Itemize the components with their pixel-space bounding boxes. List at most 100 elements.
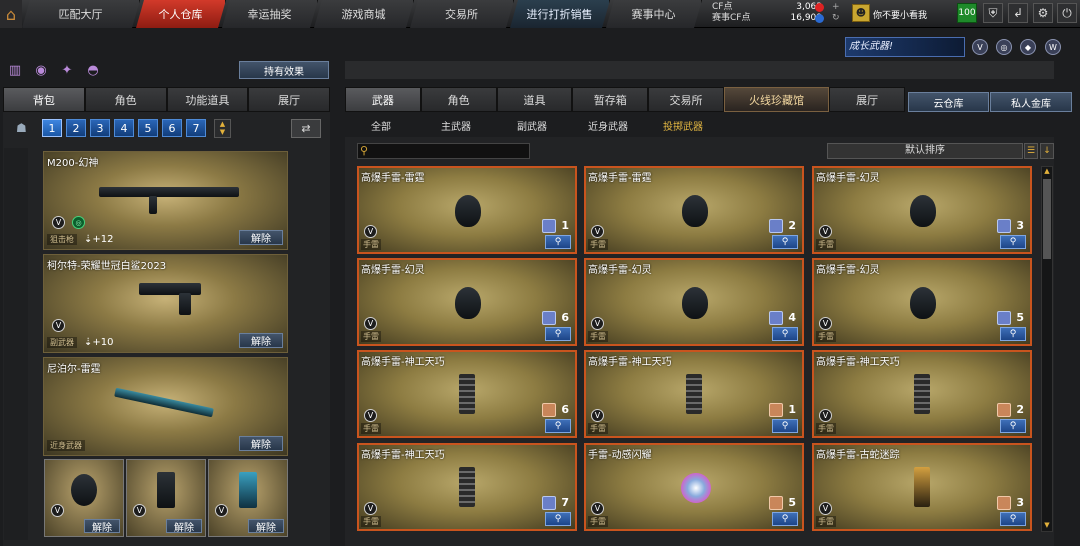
equipped-grenade-slot-2[interactable]: V 解除 [126, 459, 206, 537]
scroll-thumb[interactable] [1043, 179, 1051, 259]
grenade-card[interactable]: 高爆手雷-神工天巧 V 手雷 1 ⚲ [584, 350, 804, 438]
page-button-7[interactable]: 7 [186, 119, 206, 137]
page-button-1[interactable]: 1 [42, 119, 62, 137]
exit-icon[interactable]: ↲ [1008, 3, 1028, 23]
pet-icon[interactable]: ✦ [58, 62, 76, 78]
inspect-button[interactable]: ⚲ [1000, 327, 1026, 341]
subtab-all[interactable]: 全部 [371, 118, 391, 133]
inspect-button[interactable]: ⚲ [1000, 235, 1026, 249]
grenade-card[interactable]: 高爆手雷-神工天巧 V 手雷 7 ⚲ [357, 443, 577, 531]
eye-icon[interactable]: ◉ [32, 62, 50, 78]
growth-weapon-banner[interactable]: 成长武器! [845, 37, 965, 57]
avatar[interactable]: ☻ [852, 4, 870, 22]
release-button[interactable]: 解除 [166, 519, 202, 534]
bag-icon[interactable]: ◓ [84, 62, 102, 78]
holding-effect-button[interactable]: 持有效果 [239, 61, 329, 79]
page-button-3[interactable]: 3 [90, 119, 110, 137]
tab-right-showroom[interactable]: 展厅 [829, 87, 905, 112]
rank-badge-icon[interactable]: V [972, 39, 988, 55]
scroll-up-icon[interactable]: ▲ [1042, 167, 1052, 177]
release-button[interactable]: 解除 [239, 230, 283, 245]
inspect-button[interactable]: ⚲ [772, 327, 798, 341]
page-button-6[interactable]: 6 [162, 119, 182, 137]
nav-discount-sale[interactable]: 进行打折销售 [510, 0, 610, 28]
nav-lucky-draw[interactable]: 幸运抽奖 [222, 0, 318, 28]
inspect-button[interactable]: ⚲ [545, 419, 571, 433]
grenade-card[interactable]: 手雷-动感闪耀 V 手雷 5 ⚲ [584, 443, 804, 531]
subtab-secondary[interactable]: 副武器 [517, 118, 547, 133]
globe-icon[interactable]: ◎ [996, 39, 1012, 55]
stats-icon[interactable]: ▥ [6, 62, 24, 78]
page-button-5[interactable]: 5 [138, 119, 158, 137]
inspect-button[interactable]: ⚲ [1000, 512, 1026, 526]
page-button-2[interactable]: 2 [66, 119, 86, 137]
release-button[interactable]: 解除 [239, 436, 283, 451]
card-count: 6 [561, 311, 569, 324]
private-vault-button[interactable]: 私人金库 [990, 92, 1072, 112]
inspect-button[interactable]: ⚲ [545, 235, 571, 249]
nav-exchange[interactable]: 交易所 [410, 0, 514, 28]
home-icon[interactable]: ⌂ [0, 0, 22, 28]
grenade-card[interactable]: 高爆手雷-雷霆 V 手雷 2 ⚲ [584, 166, 804, 254]
inspect-button[interactable]: ⚲ [772, 512, 798, 526]
nav-match-lobby[interactable]: 匹配大厅 [22, 0, 140, 28]
subtab-primary[interactable]: 主武器 [441, 118, 471, 133]
scroll-down-icon[interactable]: ▼ [1042, 521, 1052, 531]
add-currency-icon[interactable]: + ↻ [832, 2, 840, 24]
backpack-item-colt[interactable]: 柯尔特-荣耀世冠白鲨2023 V 副武器 ⇣+10 解除 [43, 254, 288, 353]
grenade-card[interactable]: 高爆手雷-古蛇迷踪 V 手雷 3 ⚲ [812, 443, 1032, 531]
tab-weapons[interactable]: 武器 [345, 87, 421, 112]
cloud-storage-button[interactable]: 云仓库 [908, 92, 989, 112]
sniper-rifle-image [99, 187, 239, 197]
v-badge-icon: V [591, 502, 604, 515]
backpack-item-m200[interactable]: M200-幻神 V ◎ 狙击枪 ⇣+12 解除 [43, 151, 288, 250]
nav-game-mall[interactable]: 游戏商城 [314, 0, 414, 28]
tab-characters[interactable]: 角色 [420, 87, 497, 112]
tab-temp-storage[interactable]: 暂存箱 [572, 87, 649, 112]
wing-icon[interactable]: W [1045, 39, 1061, 55]
backpack-item-kukri[interactable]: 尼泊尔-雷霆 近身武器 解除 [43, 357, 288, 456]
page-button-4[interactable]: 4 [114, 119, 134, 137]
transfer-icon[interactable]: ⇄ [291, 119, 321, 138]
release-button[interactable]: 解除 [239, 333, 283, 348]
shield-icon[interactable]: ⛨ [983, 3, 1003, 23]
search-input[interactable]: ⚲ [357, 143, 530, 159]
tab-items[interactable]: 道具 [496, 87, 573, 112]
inspect-button[interactable]: ⚲ [545, 327, 571, 341]
grenade-card[interactable]: 高爆手雷-幻灵 V 手雷 6 ⚲ [357, 258, 577, 346]
inspect-button[interactable]: ⚲ [545, 512, 571, 526]
grenade-card[interactable]: 高爆手雷-神工天巧 V 手雷 2 ⚲ [812, 350, 1032, 438]
inspect-button[interactable]: ⚲ [772, 235, 798, 249]
grenade-card[interactable]: 高爆手雷-幻灵 V 手雷 4 ⚲ [584, 258, 804, 346]
v-badge-icon: V [52, 216, 65, 229]
tab-backpack[interactable]: 背包 [3, 87, 85, 112]
inspect-button[interactable]: ⚲ [772, 419, 798, 433]
sort-direction-icon[interactable]: ↓ [1040, 143, 1054, 159]
grenade-card[interactable]: 高爆手雷-幻灵 V 手雷 5 ⚲ [812, 258, 1032, 346]
tab-collection-hall[interactable]: 火线珍藏馆 [723, 87, 830, 112]
gear-icon[interactable]: ⚙ [1033, 3, 1053, 23]
power-icon[interactable]: ⏻ [1057, 3, 1077, 23]
page-up-down-icon[interactable]: ▲ ▼ [214, 119, 231, 138]
equipped-grenade-slot-3[interactable]: V 解除 [208, 459, 288, 537]
tab-character[interactable]: 角色 [84, 87, 167, 112]
vertical-scrollbar[interactable]: ▲ ▼ [1041, 166, 1053, 532]
subtab-melee[interactable]: 近身武器 [588, 118, 628, 133]
tab-exchange[interactable]: 交易所 [648, 87, 724, 112]
grenade-card[interactable]: 高爆手雷-幻灵 V 手雷 3 ⚲ [812, 166, 1032, 254]
subtab-throwing[interactable]: 投掷武器 [663, 118, 703, 133]
inspect-button[interactable]: ⚲ [1000, 419, 1026, 433]
release-button[interactable]: 解除 [248, 519, 284, 534]
equipped-grenade-slot-1[interactable]: V 解除 [44, 459, 124, 537]
grenade-card[interactable]: 高爆手雷-雷霆 V 手雷 1 ⚲ [357, 166, 577, 254]
nav-event-center[interactable]: 赛事中心 [606, 0, 702, 28]
gem-icon[interactable]: ◆ [1020, 39, 1036, 55]
nav-personal-storage[interactable]: 个人仓库 [136, 0, 226, 28]
tab-showroom[interactable]: 展厅 [248, 87, 330, 112]
list-view-icon[interactable]: ☰ [1024, 143, 1038, 159]
tab-function-items[interactable]: 功能道具 [166, 87, 249, 112]
sort-dropdown[interactable]: 默认排序 [827, 143, 1023, 159]
item-name: M200-幻神 [47, 158, 99, 169]
release-button[interactable]: 解除 [84, 519, 120, 534]
grenade-card[interactable]: 高爆手雷-神工天巧 V 手雷 6 ⚲ [357, 350, 577, 438]
